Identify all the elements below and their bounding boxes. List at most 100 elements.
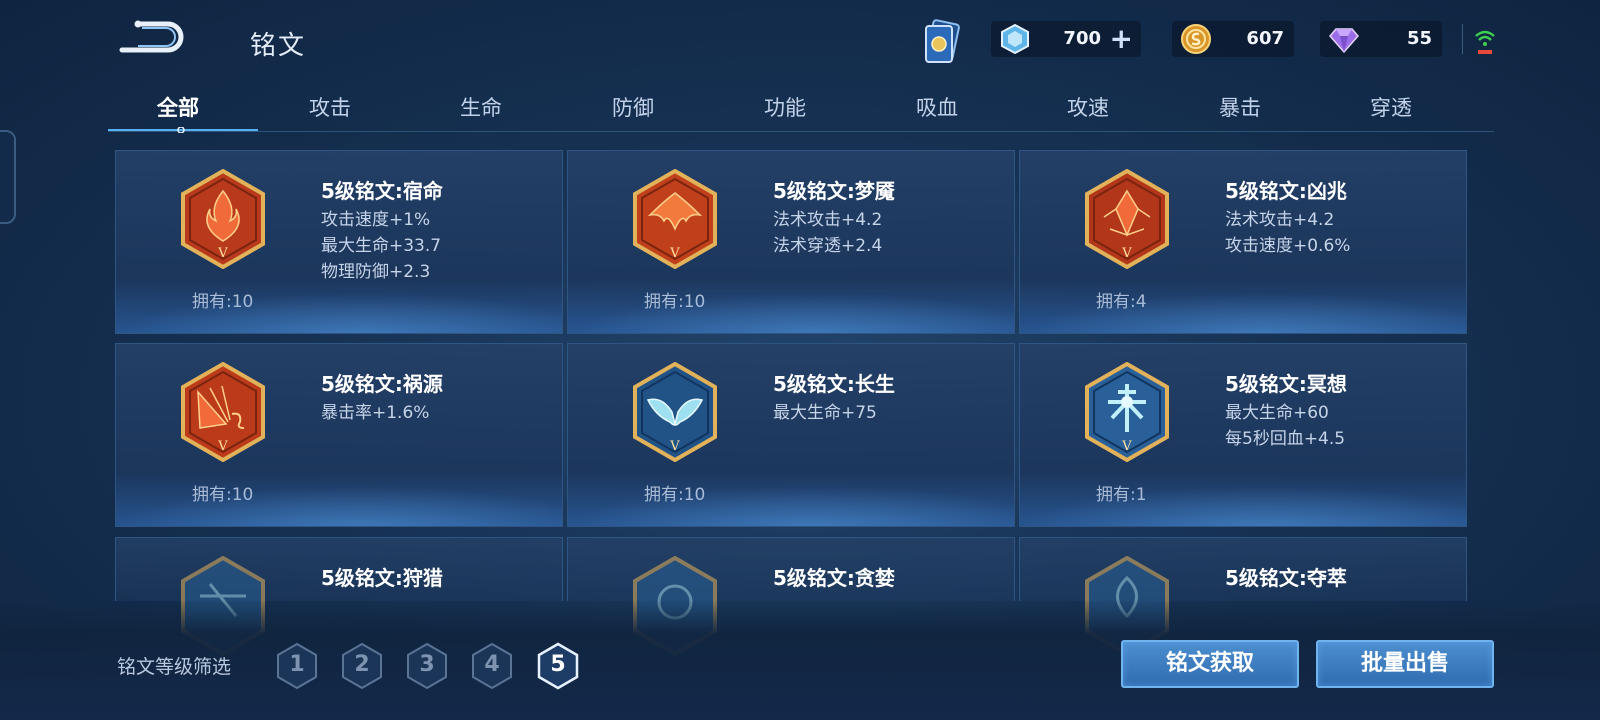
rune-name: 5级铭文:冥想 bbox=[1225, 372, 1347, 396]
owned-count: 拥有:4 bbox=[1096, 292, 1147, 312]
rune-card[interactable]: V 5级铭文:梦魇 法术攻击+4.2 法术穿透+2.4 拥有:10 bbox=[567, 150, 1015, 334]
gold-coin-icon bbox=[1181, 24, 1211, 54]
side-panel-edge bbox=[0, 130, 16, 224]
gold-currency: 607 bbox=[1172, 21, 1294, 57]
rune-stat: 法术攻击+4.2 bbox=[1225, 210, 1335, 230]
rune-nightmare-icon: V bbox=[633, 169, 717, 269]
active-tab-indicator bbox=[108, 127, 258, 133]
diamond-amount: 700 bbox=[1063, 28, 1101, 49]
rune-name: 5级铭文:梦魇 bbox=[773, 179, 895, 203]
rune-stats: 最大生命+60 每5秒回血+4.5 bbox=[1225, 400, 1345, 452]
tab-all[interactable]: 全部 bbox=[123, 92, 233, 122]
level-filter-4[interactable]: 4 bbox=[470, 642, 514, 690]
rune-name: 5级铭文:长生 bbox=[773, 372, 895, 396]
tab-attack[interactable]: 攻击 bbox=[275, 92, 385, 122]
level-number: 1 bbox=[289, 652, 305, 677]
obtain-rune-button[interactable]: 铭文获取 bbox=[1121, 640, 1299, 688]
tab-lifesteal[interactable]: 吸血 bbox=[882, 92, 992, 122]
tab-penetration[interactable]: 穿透 bbox=[1336, 92, 1446, 122]
svg-text:V: V bbox=[669, 439, 680, 454]
owned-count: 拥有:10 bbox=[192, 485, 254, 505]
gold-amount: 607 bbox=[1246, 28, 1284, 49]
card-glow bbox=[1020, 486, 1466, 526]
rune-stats: 法术攻击+4.2 法术穿透+2.4 bbox=[773, 207, 882, 259]
rune-name: 5级铭文:贪婪 bbox=[773, 566, 895, 590]
card-glow bbox=[116, 293, 562, 333]
tab-defense[interactable]: 防御 bbox=[578, 92, 688, 122]
rune-stats: 最大生命+75 bbox=[773, 400, 877, 426]
rune-card[interactable]: V 5级铭文:冥想 最大生命+60 每5秒回血+4.5 拥有:1 bbox=[1019, 343, 1467, 527]
level-filter-1[interactable]: 1 bbox=[275, 642, 319, 690]
rune-omen-icon: V bbox=[1085, 169, 1169, 269]
gem-amount: 55 bbox=[1406, 28, 1432, 49]
rune-stat: 法术攻击+4.2 bbox=[773, 210, 883, 230]
rune-name: 5级铭文:宿命 bbox=[321, 179, 443, 203]
card-glow bbox=[1020, 293, 1466, 333]
tab-utility[interactable]: 功能 bbox=[730, 92, 840, 122]
tab-critical[interactable]: 暴击 bbox=[1185, 92, 1295, 122]
svg-text:V: V bbox=[1121, 246, 1132, 261]
rune-card[interactable]: V 5级铭文:祸源 暴击率+1.6% 拥有:10 bbox=[115, 343, 563, 527]
diamond-crystal-icon bbox=[1001, 23, 1029, 55]
owned-count: 拥有:10 bbox=[192, 292, 254, 312]
back-arrow-icon bbox=[119, 20, 184, 53]
level-filter-3[interactable]: 3 bbox=[405, 642, 449, 690]
rune-name: 5级铭文:祸源 bbox=[321, 372, 443, 396]
level-filter-2[interactable]: 2 bbox=[340, 642, 384, 690]
purple-gem-icon bbox=[1329, 28, 1359, 54]
rune-stat: 法术穿透+2.4 bbox=[773, 236, 883, 256]
rune-stat: 暴击率+1.6% bbox=[321, 403, 430, 423]
level-number: 2 bbox=[354, 652, 370, 677]
tab-health[interactable]: 生命 bbox=[426, 92, 536, 122]
category-tabs: 全部 攻击 生命 防御 功能 吸血 攻速 暴击 穿透 bbox=[110, 86, 1494, 132]
rune-stats: 攻击速度+1% 最大生命+33.7 物理防御+2.3 bbox=[321, 207, 441, 285]
card-glow bbox=[568, 293, 1014, 333]
tabs-divider bbox=[108, 131, 1494, 132]
card-glow bbox=[568, 486, 1014, 526]
bulk-sell-button[interactable]: 批量出售 bbox=[1316, 640, 1494, 688]
rune-stats: 法术攻击+4.2 攻击速度+0.6% bbox=[1225, 207, 1350, 259]
back-button[interactable] bbox=[118, 18, 184, 56]
page-title: 铭文 bbox=[250, 31, 307, 61]
rune-stat: 物理防御+2.3 bbox=[321, 262, 431, 282]
rune-card[interactable]: 5级铭文:狩猎 bbox=[115, 537, 563, 656]
owned-count: 拥有:10 bbox=[644, 292, 706, 312]
rune-fate-icon: V bbox=[181, 169, 265, 269]
tab-attack-speed[interactable]: 攻速 bbox=[1033, 92, 1143, 122]
level-filter-label: 铭文等级筛选 bbox=[117, 656, 232, 678]
rune-stat: 最大生命+33.7 bbox=[321, 236, 442, 256]
rune-stat: 最大生命+60 bbox=[1225, 403, 1329, 423]
rune-card[interactable]: V 5级铭文:凶兆 法术攻击+4.2 攻击速度+0.6% 拥有:4 bbox=[1019, 150, 1467, 334]
rune-card[interactable]: 5级铭文:夺萃 bbox=[1019, 537, 1467, 656]
gem-currency: 55 bbox=[1320, 21, 1442, 57]
rune-longevity-icon: V bbox=[633, 362, 717, 462]
svg-text:V: V bbox=[1121, 439, 1132, 454]
rune-stat: 攻击速度+1% bbox=[321, 210, 431, 230]
rune-card[interactable]: 5级铭文:贪婪 bbox=[567, 537, 1015, 656]
rune-stats: 暴击率+1.6% bbox=[321, 400, 429, 426]
svg-text:V: V bbox=[217, 439, 228, 454]
owned-count: 拥有:10 bbox=[644, 485, 706, 505]
wifi-signal-icon bbox=[1475, 30, 1495, 54]
level-number: 3 bbox=[419, 652, 435, 677]
owned-count: 拥有:1 bbox=[1096, 485, 1147, 505]
level-filter-5[interactable]: 5 bbox=[536, 642, 580, 690]
rune-card[interactable]: V 5级铭文:长生 最大生命+75 拥有:10 bbox=[567, 343, 1015, 527]
rune-name: 5级铭文:夺萃 bbox=[1225, 566, 1347, 590]
rune-name: 5级铭文:狩猎 bbox=[321, 566, 443, 590]
card-glow bbox=[116, 486, 562, 526]
level-number: 5 bbox=[550, 652, 566, 677]
rune-card[interactable]: V 5级铭文:宿命 攻击速度+1% 最大生命+33.7 物理防御+2.3 拥有:… bbox=[115, 150, 563, 334]
diamond-currency: 700 + bbox=[991, 21, 1141, 57]
rune-calamity-icon: V bbox=[181, 362, 265, 462]
header-divider bbox=[1462, 24, 1463, 54]
rune-name: 5级铭文:凶兆 bbox=[1225, 179, 1347, 203]
rune-stat: 最大生命+75 bbox=[773, 403, 877, 423]
add-diamond-button[interactable]: + bbox=[1110, 25, 1133, 53]
level-number: 4 bbox=[484, 652, 500, 677]
rune-meditation-icon: V bbox=[1085, 362, 1169, 462]
rune-stat: 每5秒回血+4.5 bbox=[1225, 429, 1346, 449]
svg-text:V: V bbox=[217, 246, 228, 261]
svg-text:V: V bbox=[669, 246, 680, 261]
rune-book-icon[interactable] bbox=[920, 18, 962, 66]
